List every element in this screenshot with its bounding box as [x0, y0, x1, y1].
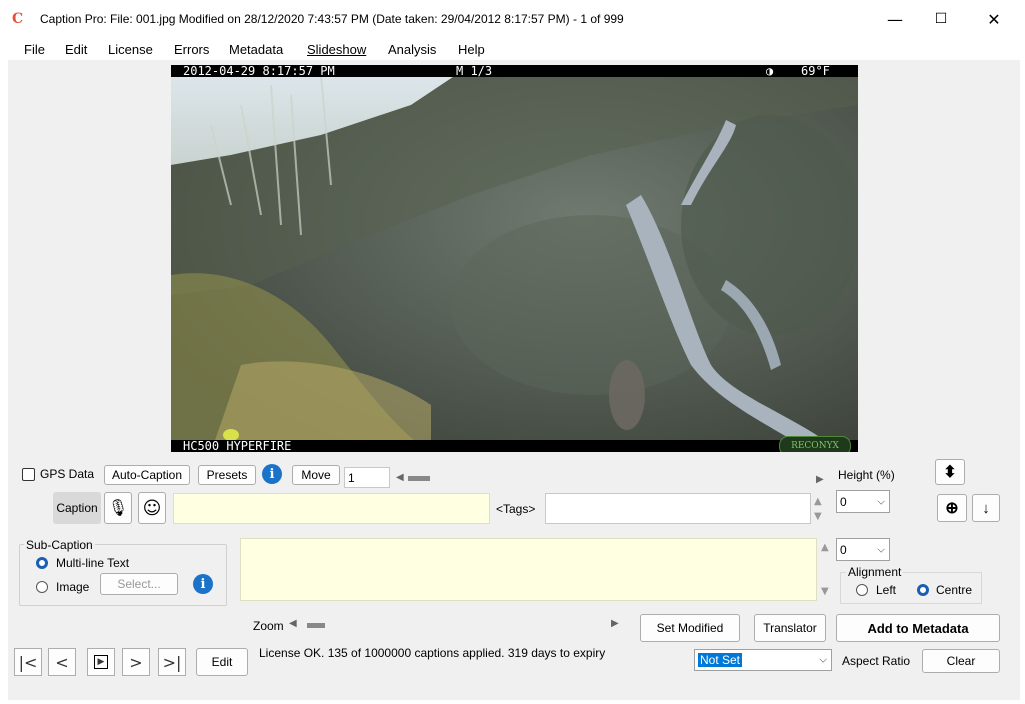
chevron-down-icon: ⌵ [877, 544, 885, 555]
menu-edit[interactable]: Edit [65, 42, 87, 57]
select-image-button[interactable]: Select... [100, 573, 178, 595]
chevron-down-icon: ⌵ [819, 654, 827, 666]
osd-camera-model: HC500 HYPERFIRE [183, 439, 292, 452]
smiley-icon[interactable]: ☺ [138, 492, 166, 524]
caption-label: Caption [53, 492, 101, 524]
osd-datetime: 2012-04-29 8:17:57 PM [183, 65, 335, 78]
move-value-input[interactable]: 1 [344, 467, 390, 488]
maximize-button[interactable]: ☐ [918, 0, 964, 38]
zoom-right-arrow-icon[interactable]: ▶ [611, 618, 619, 629]
osd-bottom-bar: HC500 HYPERFIRE RECONYX [171, 436, 858, 452]
add-circle-icon[interactable]: ⊕ [937, 494, 967, 522]
image-label: Image [56, 580, 90, 594]
subcaption-info-icon[interactable]: i [193, 574, 213, 594]
gps-data-checkbox[interactable] [22, 468, 35, 481]
menu-license[interactable]: License [108, 42, 153, 57]
subcaption-group-label: Sub-Caption [24, 538, 95, 552]
menu-slideshow[interactable]: Slideshow [307, 42, 366, 57]
scroll-right-arrow-icon[interactable]: ▶ [816, 474, 824, 485]
menu-analysis[interactable]: Analysis [388, 42, 436, 57]
moon-phase-icon: ◑ [766, 65, 774, 78]
menu-bar [0, 38, 1025, 60]
translator-button[interactable]: Translator [754, 614, 826, 642]
vertical-resize-icon[interactable]: ⬍ [935, 459, 965, 485]
zoom-left-arrow-icon[interactable]: ◀ [289, 618, 297, 629]
osd-frame: M 1/3 [456, 65, 493, 78]
edit-button[interactable]: Edit [196, 648, 248, 676]
tags-scroll-down-icon[interactable]: ▼ [814, 511, 822, 522]
image-radio[interactable] [36, 581, 48, 593]
subcaption-scroll-down-icon[interactable]: ▼ [821, 586, 829, 597]
presets-button[interactable]: Presets [198, 465, 256, 485]
menu-help[interactable]: Help [458, 42, 485, 57]
clear-button[interactable]: Clear [922, 649, 1000, 673]
next-image-icon[interactable]: > [122, 648, 150, 676]
zoom-label: Zoom [253, 619, 284, 633]
license-status-text: License OK. 135 of 1000000 captions appl… [259, 646, 606, 660]
window-title: Caption Pro: File: 001.jpg Modified on 2… [40, 12, 624, 26]
play-slideshow-icon[interactable]: ▶ [87, 648, 115, 676]
app-icon: C [12, 11, 24, 27]
previous-image-icon[interactable]: < [48, 648, 76, 676]
move-slider-thumb[interactable] [408, 476, 430, 481]
zoom-slider-thumb[interactable] [307, 623, 325, 628]
camera-trap-photo[interactable]: 2012-04-29 8:17:57 PM M 1/3 ◑ 69°F HC500… [171, 65, 858, 452]
down-arrow-icon[interactable]: ↓ [972, 494, 1000, 522]
osd-temperature: 69°F [801, 65, 830, 78]
align-left-label: Left [876, 583, 897, 597]
align-left-radio[interactable] [856, 584, 868, 596]
alignment-label: Alignment [846, 565, 904, 579]
reconyx-logo: RECONYX [779, 436, 851, 452]
add-to-metadata-button[interactable]: Add to Metadata [836, 614, 1000, 642]
info-icon[interactable]: i [262, 464, 282, 484]
chevron-down-icon: ⌵ [877, 496, 885, 507]
subcaption-scroll-up-icon[interactable]: ▲ [821, 542, 829, 553]
last-image-icon[interactable]: >| [158, 648, 186, 676]
height-dropdown[interactable]: 0 ⌵ [836, 490, 890, 513]
tags-label: <Tags> [496, 502, 536, 516]
multiline-text-radio[interactable] [36, 557, 48, 569]
subcaption-height-dropdown[interactable]: 0 ⌵ [836, 538, 890, 561]
auto-caption-button[interactable]: Auto-Caption [104, 465, 190, 485]
height-label: Height (%) [838, 468, 895, 482]
mic-icon[interactable]: 🎙 [104, 492, 132, 524]
first-image-icon[interactable]: |< [14, 648, 42, 676]
aspect-ratio-dropdown[interactable]: Not Set ⌵ [694, 649, 832, 671]
menu-file[interactable]: File [24, 42, 45, 57]
minimize-button[interactable]: — [872, 0, 918, 38]
close-button[interactable]: ✕ [971, 0, 1017, 38]
menu-metadata[interactable]: Metadata [229, 42, 283, 57]
tags-input[interactable] [545, 493, 811, 524]
photo-scene [171, 65, 858, 452]
subcaption-text-input[interactable] [240, 538, 817, 601]
move-button[interactable]: Move [292, 465, 340, 485]
gps-data-label: GPS Data [40, 467, 95, 481]
set-modified-button[interactable]: Set Modified [640, 614, 740, 642]
aspect-ratio-label: Aspect Ratio [842, 654, 911, 668]
aspect-ratio-value: Not Set [698, 653, 743, 667]
multiline-text-label: Multi-line Text [56, 556, 130, 570]
subcaption-height-value: 0 [840, 542, 847, 557]
align-centre-radio[interactable] [917, 584, 929, 596]
align-centre-label: Centre [936, 583, 973, 597]
scroll-left-arrow-icon[interactable]: ◀ [396, 472, 404, 483]
height-dropdown-value: 0 [840, 494, 847, 509]
osd-top-bar: 2012-04-29 8:17:57 PM M 1/3 ◑ 69°F [171, 65, 858, 77]
menu-errors[interactable]: Errors [174, 42, 209, 57]
tags-scroll-up-icon[interactable]: ▲ [814, 496, 822, 507]
caption-input[interactable] [173, 493, 490, 524]
